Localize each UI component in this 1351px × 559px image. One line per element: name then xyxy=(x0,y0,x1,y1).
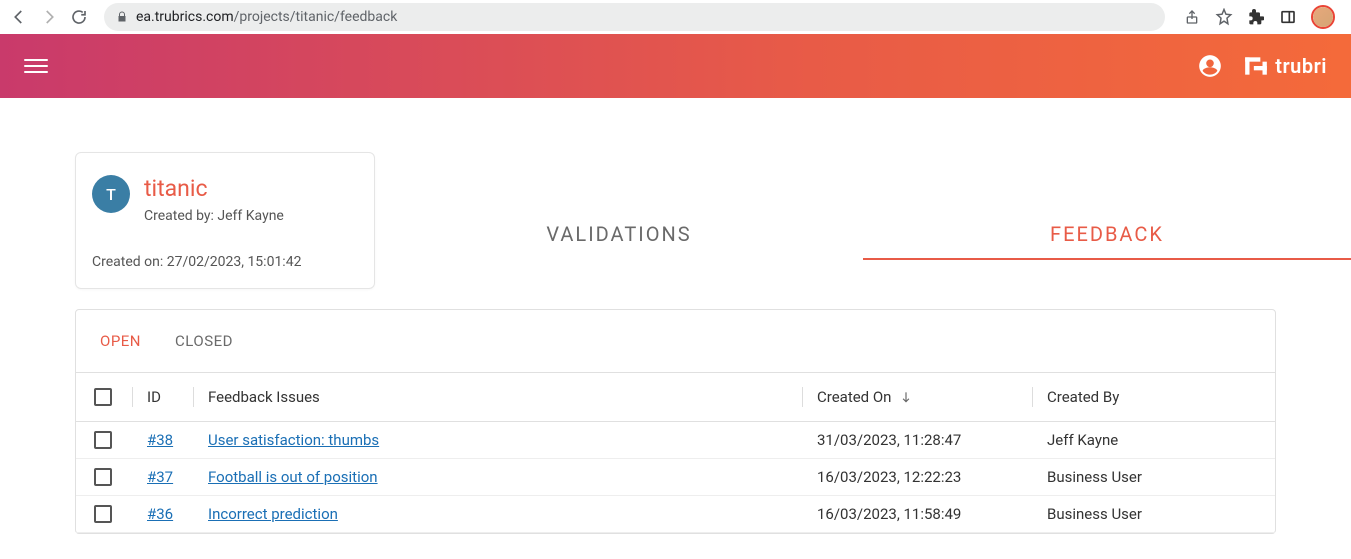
table-row: #36 Incorrect prediction 16/03/2023, 11:… xyxy=(76,496,1275,533)
row-created-on: 16/03/2023, 12:22:23 xyxy=(817,468,1032,486)
app-header: trubri xyxy=(0,34,1351,98)
row-created-on: 16/03/2023, 11:58:49 xyxy=(817,505,1032,523)
row-created-by: Jeff Kayne xyxy=(1047,431,1257,449)
project-card: T titanic Created by: Jeff Kayne Created… xyxy=(75,152,375,289)
feedback-panel: OPEN CLOSED ID Feedback Issues Created O… xyxy=(75,309,1276,534)
account-icon[interactable] xyxy=(1197,53,1223,79)
row-created-on: 31/03/2023, 11:28:47 xyxy=(817,431,1032,449)
bookmark-icon[interactable] xyxy=(1215,8,1233,26)
row-created-by: Business User xyxy=(1047,505,1257,523)
reload-button[interactable] xyxy=(70,8,88,26)
feedback-title-link[interactable]: Football is out of position xyxy=(208,468,378,486)
row-checkbox[interactable] xyxy=(94,505,112,523)
feedback-title-link[interactable]: User satisfaction: thumbs xyxy=(208,431,379,449)
project-title: titanic xyxy=(144,175,284,202)
extensions-icon[interactable] xyxy=(1247,8,1265,26)
brand-logo[interactable]: trubri xyxy=(1243,53,1327,79)
lock-icon xyxy=(116,10,128,24)
url-bar[interactable]: ea.trubrics.com/projects/titanic/feedbac… xyxy=(104,3,1165,31)
tab-feedback[interactable]: FEEDBACK xyxy=(863,222,1351,260)
row-created-by: Business User xyxy=(1047,468,1257,486)
feedback-title-link[interactable]: Incorrect prediction xyxy=(208,505,338,523)
row-checkbox[interactable] xyxy=(94,468,112,486)
header-created-on[interactable]: Created On xyxy=(817,388,1032,406)
table-row: #38 User satisfaction: thumbs 31/03/2023… xyxy=(76,422,1275,459)
subtab-closed[interactable]: CLOSED xyxy=(175,332,233,350)
back-button[interactable] xyxy=(10,8,28,26)
url-text: ea.trubrics.com/projects/titanic/feedbac… xyxy=(136,9,397,25)
url-host: ea.trubrics.com xyxy=(136,9,234,25)
profile-avatar[interactable] xyxy=(1311,5,1335,29)
forward-button[interactable] xyxy=(40,8,58,26)
project-created-on: Created on: 27/02/2023, 15:01:42 xyxy=(92,254,358,270)
subtab-open[interactable]: OPEN xyxy=(100,332,141,350)
sidepanel-icon[interactable] xyxy=(1279,8,1297,26)
feedback-id-link[interactable]: #36 xyxy=(147,505,173,523)
share-icon[interactable] xyxy=(1183,8,1201,26)
project-avatar: T xyxy=(92,175,130,213)
select-all-checkbox[interactable] xyxy=(94,388,112,406)
sort-arrow-down-icon xyxy=(899,390,913,404)
project-created-by: Created by: Jeff Kayne xyxy=(144,208,284,224)
row-checkbox[interactable] xyxy=(94,431,112,449)
url-path: /projects/titanic/feedback xyxy=(234,9,398,25)
header-created-by[interactable]: Created By xyxy=(1047,388,1257,406)
hamburger-icon[interactable] xyxy=(24,54,48,78)
browser-toolbar: ea.trubrics.com/projects/titanic/feedbac… xyxy=(0,0,1351,34)
feedback-id-link[interactable]: #38 xyxy=(147,431,173,449)
brand-text: trubri xyxy=(1275,54,1327,78)
tab-validations[interactable]: VALIDATIONS xyxy=(375,222,863,260)
table-header: ID Feedback Issues Created On Created By xyxy=(76,372,1275,422)
feedback-id-link[interactable]: #37 xyxy=(147,468,173,486)
header-title[interactable]: Feedback Issues xyxy=(208,388,802,406)
table-row: #37 Football is out of position 16/03/20… xyxy=(76,459,1275,496)
header-id[interactable]: ID xyxy=(147,388,193,406)
